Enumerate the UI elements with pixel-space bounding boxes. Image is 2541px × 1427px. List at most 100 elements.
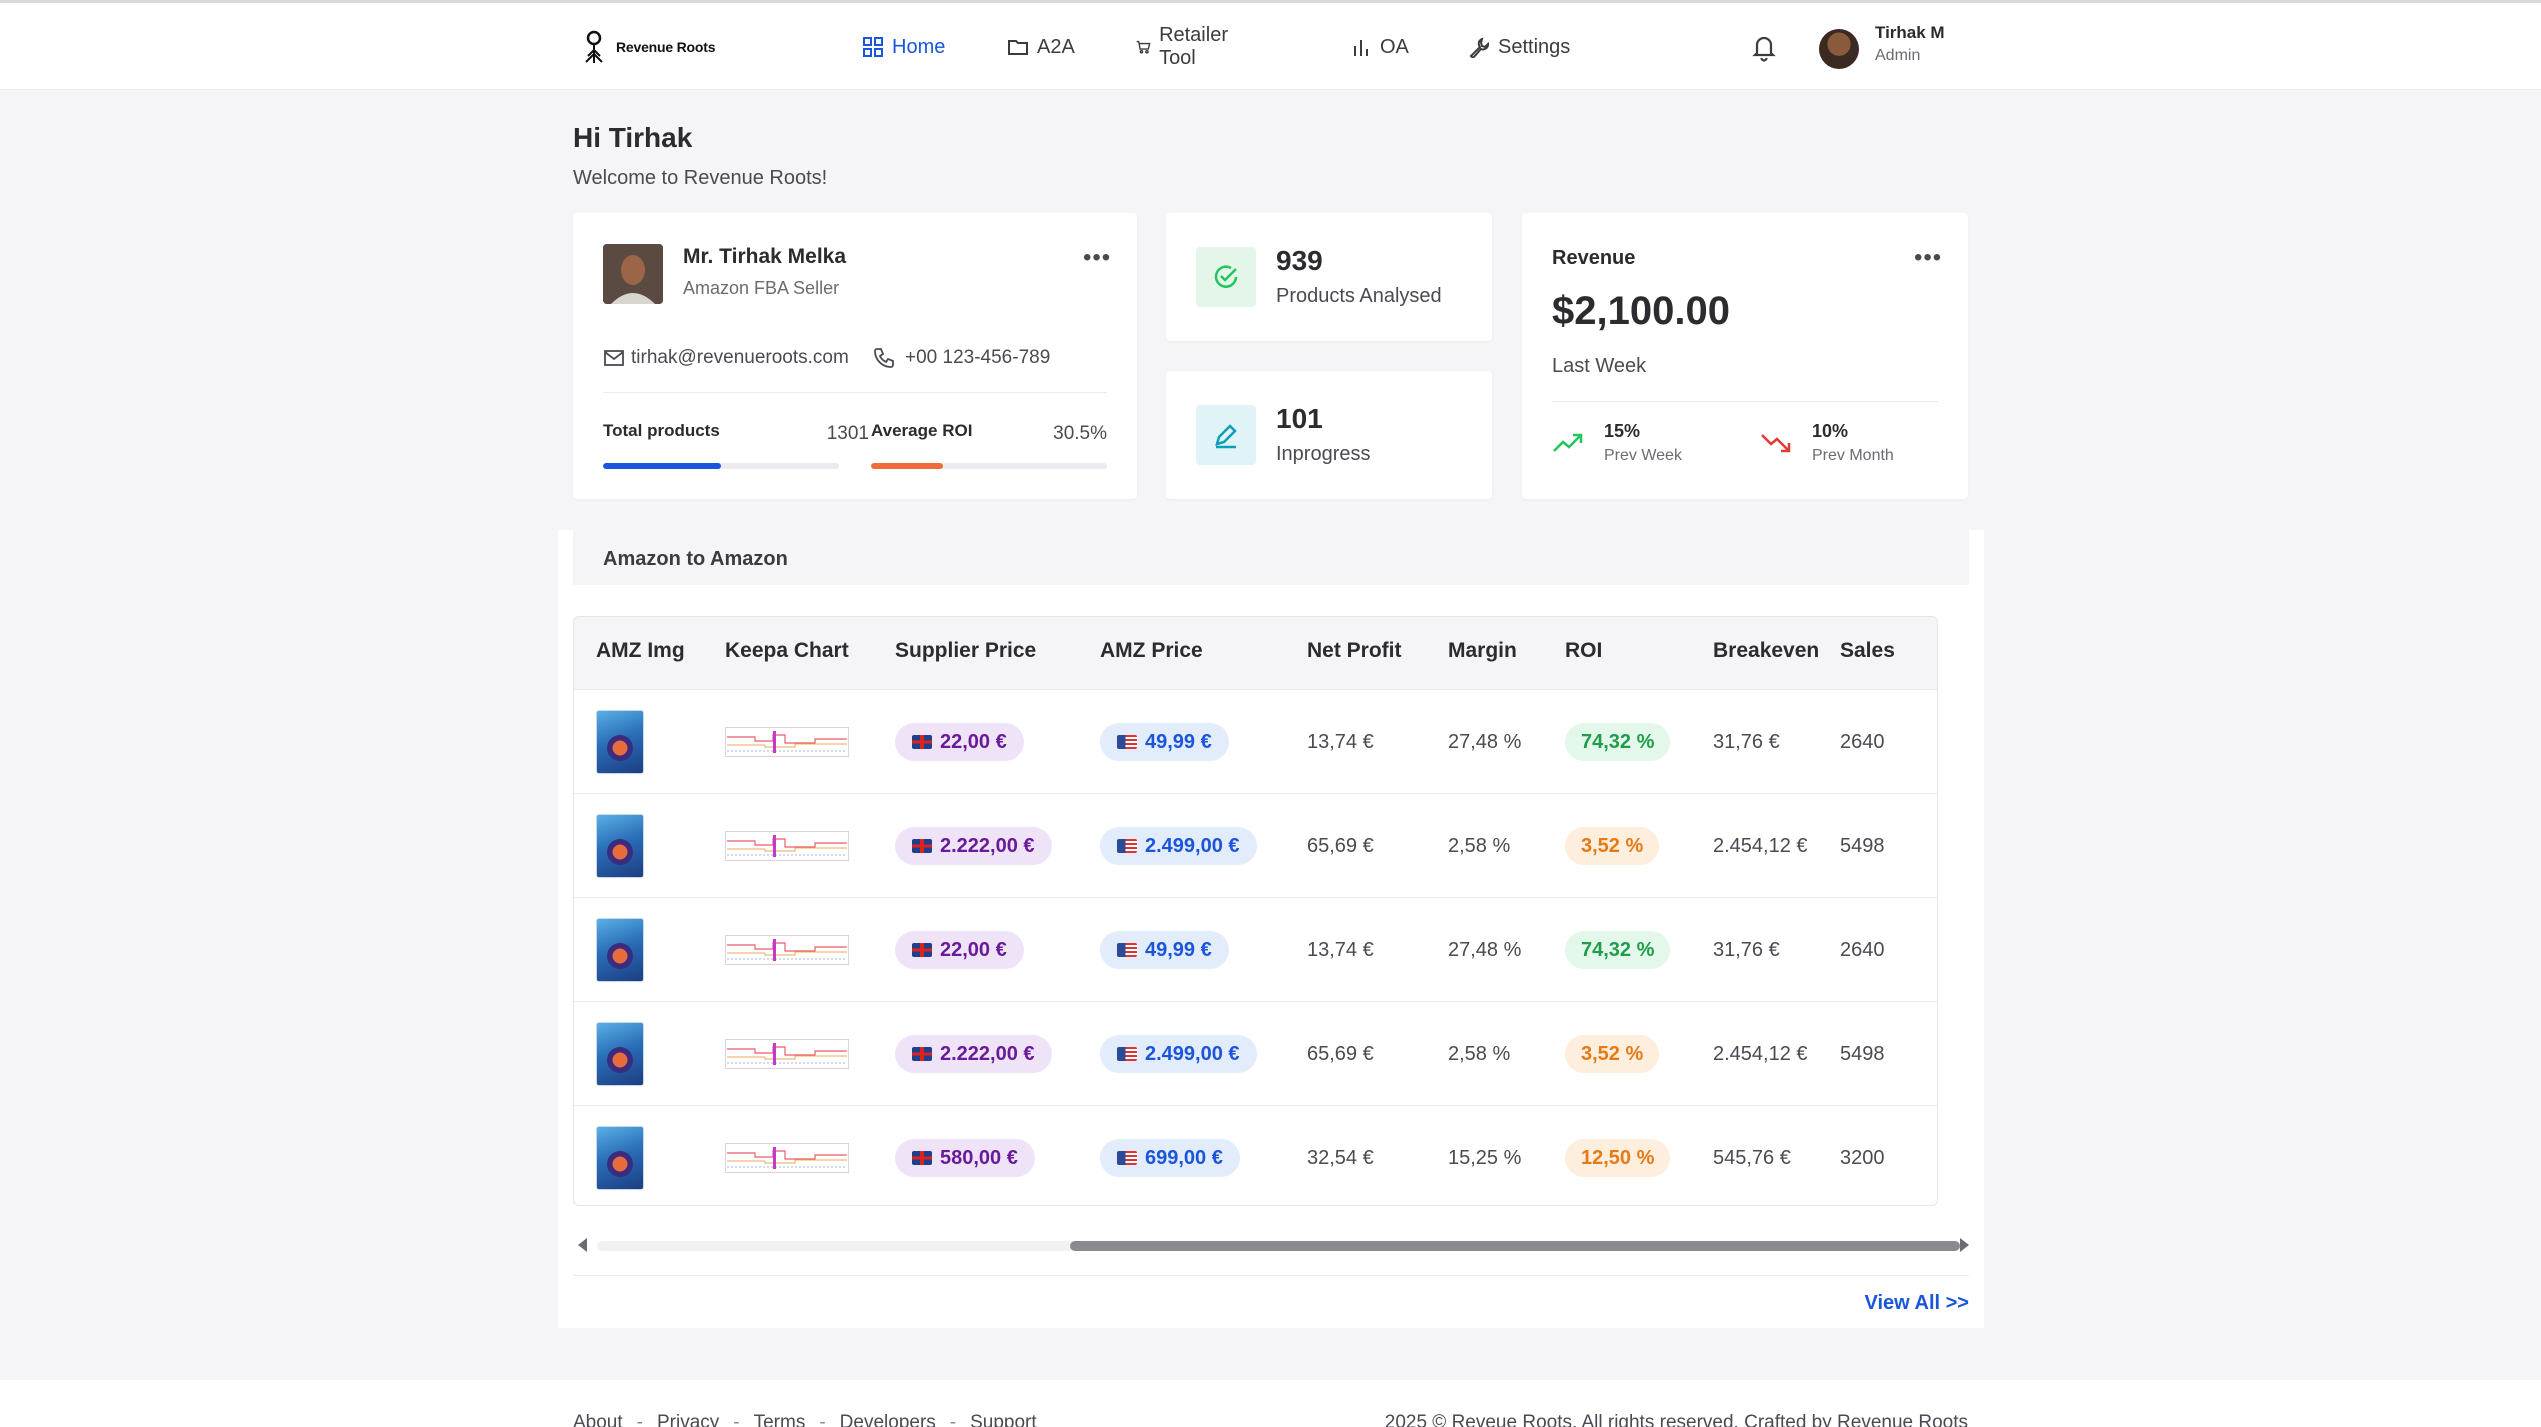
revenue-amount: $2,100.00	[1552, 289, 1730, 333]
amz-price-cell: 2.499,00 €	[1100, 1002, 1257, 1106]
amz-price-cell: 49,99 €	[1100, 690, 1229, 794]
margin: 2,58 %	[1448, 1042, 1511, 1065]
footer-link-developers[interactable]: Developers	[840, 1412, 936, 1427]
keepa-chart-icon	[725, 831, 849, 861]
stat-analysed-value: 939	[1276, 245, 1323, 276]
amz-price-cell: 49,99 €	[1100, 898, 1229, 1002]
col-amz-price[interactable]: AMZ Price	[1100, 639, 1203, 663]
footer-link-about[interactable]: About	[573, 1412, 623, 1427]
keepa-chart-cell[interactable]	[725, 898, 849, 1002]
profile-name: Mr. Tirhak Melka	[683, 245, 847, 268]
supplier-price-cell: 22,00 €	[895, 898, 1024, 1002]
margin: 27,48 %	[1448, 730, 1522, 753]
product-image[interactable]	[596, 918, 644, 982]
roi-badge: 12,50 %	[1565, 1139, 1671, 1177]
user-name: Tirhak M	[1875, 23, 1945, 42]
breakeven: 31,76 €	[1713, 730, 1780, 753]
table-row[interactable]: 22,00 € 49,99 € 13,74 € 27,48 % 74,32 % 31,76…	[574, 689, 1937, 793]
nav-a2a[interactable]: A2A	[1007, 29, 1075, 65]
amz-price: 699,00 €	[1145, 1146, 1223, 1169]
horizontal-scrollbar[interactable]	[573, 1235, 1969, 1255]
table-row[interactable]: 580,00 € 699,00 € 32,54 € 15,25 % 12,50 % 545…	[574, 1105, 1937, 1205]
keepa-chart-cell[interactable]	[725, 794, 849, 898]
stat-card-inprogress: 101 Inprogress	[1166, 371, 1492, 499]
keepa-chart-cell[interactable]	[725, 1002, 849, 1106]
product-image[interactable]	[596, 1022, 644, 1086]
bar-chart-icon	[1354, 40, 1368, 56]
scroll-thumb[interactable]	[1070, 1241, 1960, 1251]
us-flag-icon	[1117, 1047, 1137, 1061]
profile-phone[interactable]: +00 123-456-789	[873, 347, 1050, 369]
margin: 2,58 %	[1448, 834, 1511, 857]
bell-icon[interactable]	[1748, 31, 1780, 63]
table-row[interactable]: 22,00 € 49,99 € 13,74 € 27,48 % 74,32 % 31,76…	[574, 897, 1937, 1001]
keepa-chart-icon	[725, 1039, 849, 1069]
uk-flag-icon	[912, 839, 932, 853]
breakeven: 2.454,12 €	[1713, 1042, 1808, 1065]
phone-icon	[874, 348, 894, 368]
uk-flag-icon	[912, 1151, 932, 1165]
table-header: AMZ Img Keepa Chart Supplier Price AMZ P…	[574, 617, 1937, 689]
scroll-left-icon[interactable]	[578, 1238, 587, 1252]
revenue-more-icon[interactable]: •••	[1914, 246, 1942, 270]
stat-icon-box	[1196, 247, 1256, 307]
total-products-bar	[603, 463, 839, 469]
keepa-chart-icon	[725, 727, 849, 757]
margin: 27,48 %	[1448, 938, 1522, 961]
col-keepa-chart[interactable]: Keepa Chart	[725, 639, 849, 663]
sales: 3200	[1840, 1146, 1885, 1169]
brand-name: Revenue Roots	[616, 39, 716, 55]
profile-more-icon[interactable]: •••	[1083, 246, 1111, 270]
col-margin[interactable]: Margin	[1448, 639, 1517, 663]
brand-logo[interactable]: Revenue Roots	[580, 29, 716, 65]
profile-card: Mr. Tirhak Melka Amazon FBA Seller ••• t…	[573, 213, 1137, 499]
table-row[interactable]: 2.222,00 € 2.499,00 € 65,69 € 2,58 % 3,52 % 2…	[574, 1001, 1937, 1105]
col-roi[interactable]: ROI	[1565, 639, 1602, 663]
col-breakeven[interactable]: Breakeven	[1713, 639, 1819, 663]
keepa-chart-cell[interactable]	[725, 1106, 849, 1205]
product-image[interactable]	[596, 814, 644, 878]
col-sales[interactable]: Sales	[1840, 639, 1895, 663]
amz-price: 49,99 €	[1145, 938, 1212, 961]
footer-link-support[interactable]: Support	[970, 1412, 1037, 1427]
user-avatar[interactable]	[1819, 29, 1859, 69]
amz-img-cell[interactable]	[596, 690, 644, 794]
amz-img-cell[interactable]	[596, 1106, 644, 1205]
footer-link-terms[interactable]: Terms	[754, 1412, 806, 1427]
scroll-right-icon[interactable]	[1960, 1238, 1969, 1252]
keepa-chart-cell[interactable]	[725, 690, 849, 794]
amz-img-cell[interactable]	[596, 1002, 644, 1106]
table-row[interactable]: 2.222,00 € 2.499,00 € 65,69 € 2,58 % 3,52 % 2…	[574, 793, 1937, 897]
supplier-price-pill: 22,00 €	[895, 723, 1024, 761]
amz-img-cell[interactable]	[596, 794, 644, 898]
revenue-prev-week-label: Prev Week	[1604, 447, 1682, 464]
product-image[interactable]	[596, 710, 644, 774]
breakeven: 31,76 €	[1713, 938, 1780, 961]
check-circle-icon	[1214, 265, 1238, 288]
roi-cell: 74,32 %	[1565, 690, 1671, 794]
nav-oa[interactable]: OA	[1350, 29, 1409, 65]
col-net-profit[interactable]: Net Profit	[1307, 639, 1402, 663]
us-flag-icon	[1117, 735, 1137, 749]
roi-cell: 3,52 %	[1565, 1002, 1660, 1106]
trend-down-icon	[1761, 434, 1791, 453]
supplier-price: 2.222,00 €	[940, 834, 1035, 857]
section-divider	[573, 1275, 1969, 1276]
product-image[interactable]	[596, 1126, 644, 1190]
supplier-price-cell: 2.222,00 €	[895, 1002, 1052, 1106]
net-profit: 13,74 €	[1307, 938, 1374, 961]
nav-retailer-tool[interactable]: Retailer Tool	[1136, 24, 1235, 69]
roi-badge: 3,52 %	[1565, 827, 1660, 865]
profile-email-text: tirhak@revenueroots.com	[631, 347, 849, 368]
nav-home[interactable]: Home	[862, 29, 945, 65]
footer-link-privacy[interactable]: Privacy	[657, 1412, 719, 1427]
nav-settings[interactable]: Settings	[1468, 29, 1570, 65]
total-products-value: 1301	[826, 423, 869, 444]
amz-img-cell[interactable]	[596, 898, 644, 1002]
col-amz-img[interactable]: AMZ Img	[596, 639, 685, 663]
profile-email[interactable]: tirhak@revenueroots.com	[603, 347, 849, 369]
view-all-link[interactable]: View All >>	[1864, 1292, 1969, 1315]
amz-price-pill: 2.499,00 €	[1100, 1035, 1257, 1073]
wrench-icon	[1469, 37, 1489, 58]
col-supplier-price[interactable]: Supplier Price	[895, 639, 1036, 663]
